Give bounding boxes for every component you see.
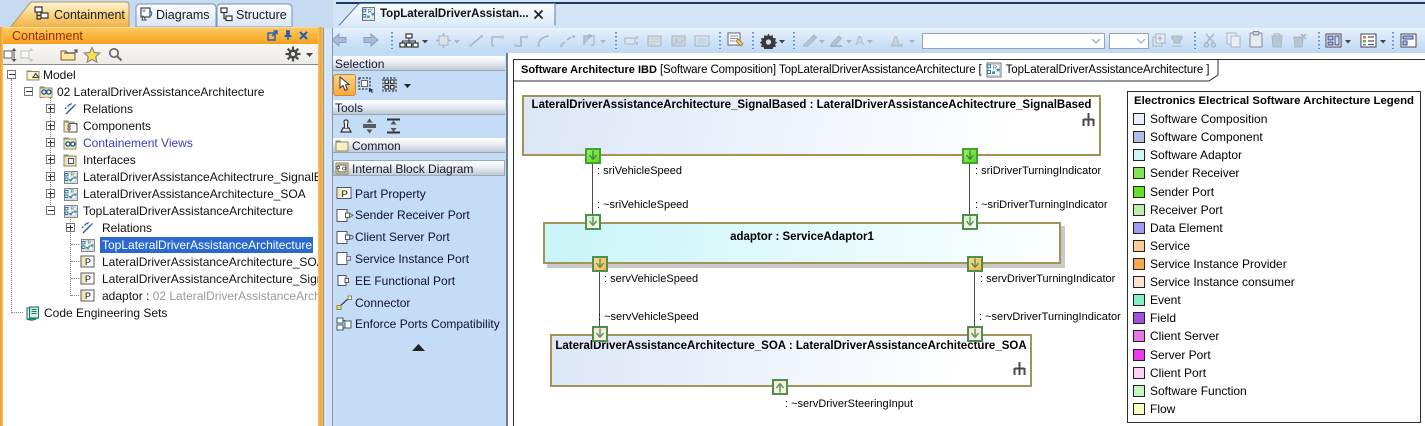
svg-text:R: R: [993, 66, 997, 72]
svg-text:P: P: [85, 274, 91, 284]
svg-text:R: R: [368, 9, 372, 15]
svg-text:P: P: [342, 189, 348, 200]
svg-text:P: P: [85, 257, 91, 267]
svg-text:P: P: [85, 291, 91, 301]
